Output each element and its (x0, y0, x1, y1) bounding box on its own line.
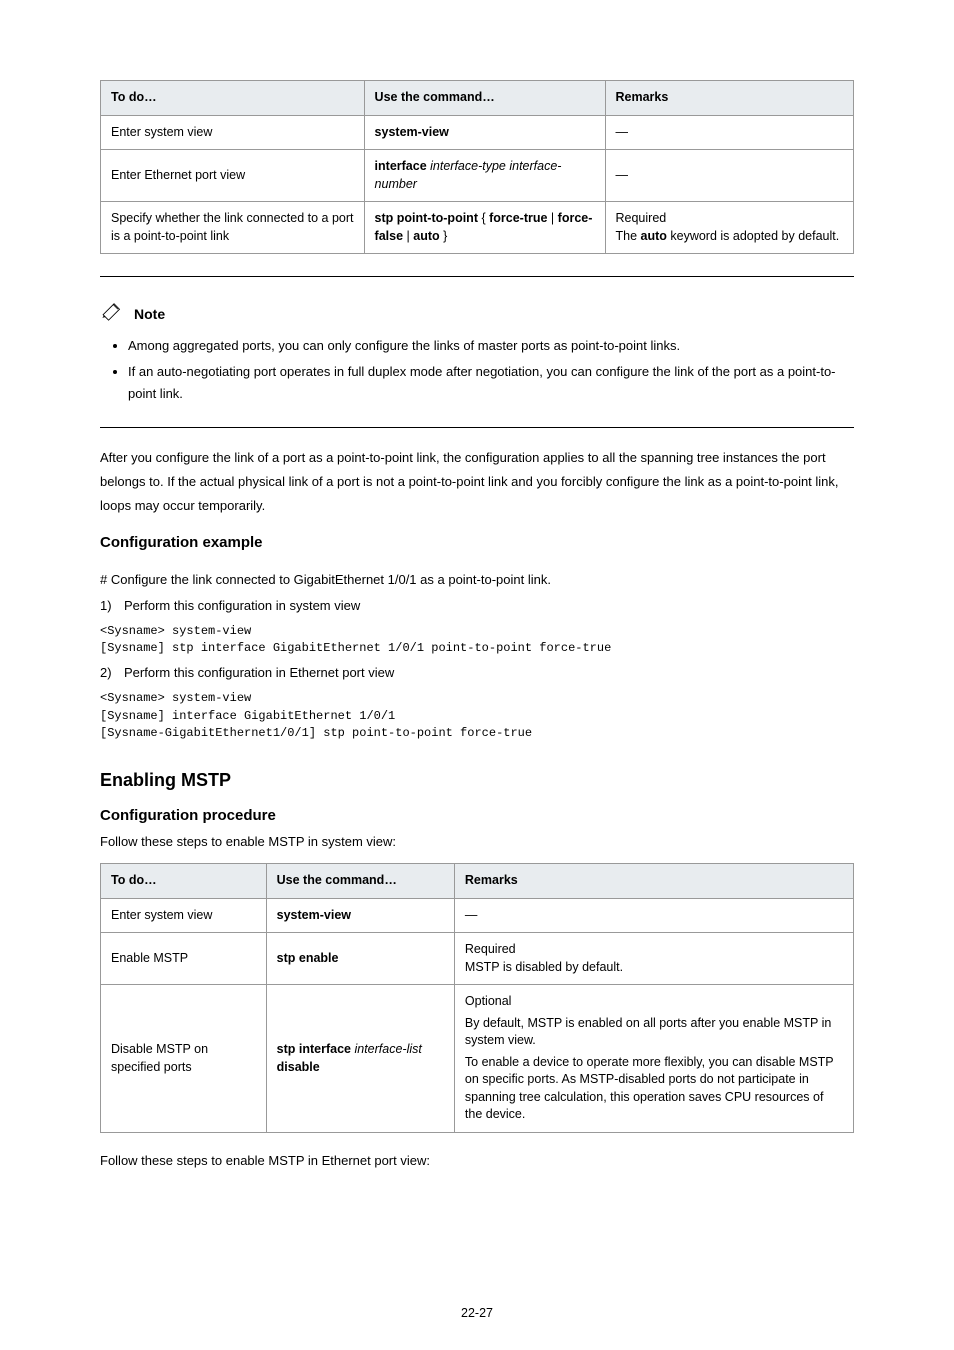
example-description: # Configure the link connected to Gigabi… (100, 569, 854, 591)
cell-cmd: interface interface-type interface-numbe… (364, 150, 605, 202)
heading-config-example: Configuration example (100, 534, 854, 551)
page-number: 22-27 (0, 1306, 954, 1320)
note-list: Among aggregated ports, you can only con… (100, 335, 854, 405)
code-block-2: <Sysname> system-view [Sysname] interfac… (100, 690, 854, 742)
table-row: Disable MSTP on specified ports stp inte… (101, 985, 854, 1133)
heading-enabling-mstp: Enabling MSTP (100, 770, 854, 791)
table-row: Specify whether the link connected to a … (101, 202, 854, 254)
command-table-mstp: To do… Use the command… Remarks Enter sy… (100, 863, 854, 1133)
th-cmd: Use the command… (364, 81, 605, 116)
cell-remarks: Optional By default, MSTP is enabled on … (454, 985, 853, 1133)
code-block-1: <Sysname> system-view [Sysname] stp inte… (100, 623, 854, 658)
table-row: Enter Ethernet port view interface inter… (101, 150, 854, 202)
cell-remarks: — (605, 115, 854, 150)
cell-remarks: — (605, 150, 854, 202)
th-remarks: Remarks (605, 81, 854, 116)
command-table-ptp: To do… Use the command… Remarks Enter sy… (100, 80, 854, 254)
cell-todo: Enable MSTP (101, 933, 267, 985)
step-2: 2)Perform this configuration in Ethernet… (100, 665, 854, 680)
paragraph-ptp-warning: After you configure the link of a port a… (100, 446, 854, 518)
intro-port-view: Follow these steps to enable MSTP in Eth… (100, 1151, 854, 1172)
heading-config-procedure: Configuration procedure (100, 807, 854, 824)
step-1: 1)Perform this configuration in system v… (100, 598, 854, 613)
cell-remarks: Required The auto keyword is adopted by … (605, 202, 854, 254)
cell-cmd: system-view (266, 898, 454, 933)
cell-todo: Enter system view (101, 898, 267, 933)
list-item: Among aggregated ports, you can only con… (128, 335, 854, 357)
cell-todo: Enter Ethernet port view (101, 150, 365, 202)
th-todo: To do… (101, 81, 365, 116)
table-row: Enter system view system-view — (101, 115, 854, 150)
cell-remarks: Required MSTP is disabled by default. (454, 933, 853, 985)
table-row: Enable MSTP stp enable Required MSTP is … (101, 933, 854, 985)
table-row: Enter system view system-view — (101, 898, 854, 933)
cell-remarks: — (454, 898, 853, 933)
cell-cmd: stp enable (266, 933, 454, 985)
intro-system-view: Follow these steps to enable MSTP in sys… (100, 832, 854, 853)
note-heading: Note (100, 303, 854, 325)
cell-cmd: stp point-to-point { force-true | force-… (364, 202, 605, 254)
note-label: Note (134, 306, 165, 322)
th-remarks: Remarks (454, 864, 853, 899)
note-icon (100, 303, 128, 325)
cell-todo: Enter system view (101, 115, 365, 150)
th-cmd: Use the command… (266, 864, 454, 899)
th-todo: To do… (101, 864, 267, 899)
list-item: If an auto-negotiating port operates in … (128, 361, 854, 405)
divider (100, 276, 854, 277)
cell-todo: Disable MSTP on specified ports (101, 985, 267, 1133)
cell-todo: Specify whether the link connected to a … (101, 202, 365, 254)
cell-cmd: stp interface interface-list disable (266, 985, 454, 1133)
cell-cmd: system-view (364, 115, 605, 150)
divider (100, 427, 854, 428)
